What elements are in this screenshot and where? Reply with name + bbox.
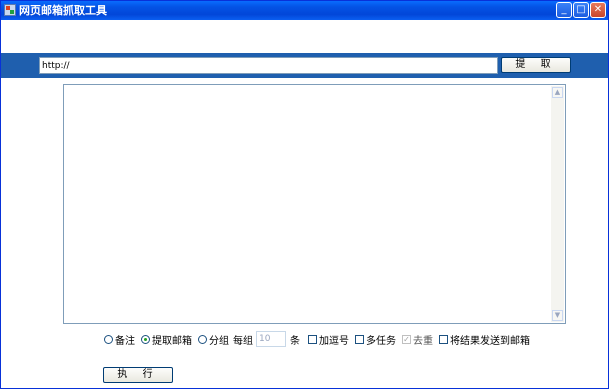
check-multitask-icon[interactable] — [355, 334, 364, 344]
scroll-up-icon[interactable]: ▲ — [552, 87, 563, 98]
radio-group-icon[interactable] — [198, 334, 207, 344]
check-dedupe[interactable]: ✓ 去重 — [402, 332, 433, 347]
check-send-email-icon[interactable] — [439, 334, 448, 344]
minimize-button[interactable]: _ — [556, 2, 572, 18]
check-dedupe-label: 去重 — [413, 335, 433, 347]
check-send-email-label: 将结果发送到邮箱 — [450, 335, 530, 347]
radio-extract-email-icon[interactable] — [141, 334, 150, 344]
radio-note-icon[interactable] — [104, 334, 113, 344]
check-add-separator-icon[interactable] — [308, 334, 317, 344]
vertical-scrollbar[interactable]: ▲ ▼ — [551, 86, 564, 322]
check-multitask-label: 多任务 — [366, 335, 396, 347]
radio-extract-email-label: 提取邮箱 — [152, 335, 192, 347]
radio-note-label: 备注 — [115, 335, 135, 347]
check-add-separator[interactable]: 加逗号 — [308, 332, 349, 347]
per-group-label: 每组 — [233, 335, 253, 347]
fetch-button[interactable]: 提 取 — [501, 57, 571, 73]
radio-group[interactable]: 分组 — [198, 332, 229, 347]
close-button[interactable]: ✕ — [590, 2, 606, 18]
check-send-email[interactable]: 将结果发送到邮箱 — [439, 332, 530, 347]
url-input[interactable] — [39, 57, 498, 74]
scroll-down-icon[interactable]: ▼ — [552, 310, 563, 321]
check-multitask[interactable]: 多任务 — [355, 332, 396, 347]
app-icon[interactable] — [4, 4, 16, 16]
run-button[interactable]: 执 行 — [103, 367, 173, 383]
check-add-separator-label: 加逗号 — [319, 335, 349, 347]
check-dedupe-icon[interactable]: ✓ — [402, 334, 411, 344]
radio-extract-email[interactable]: 提取邮箱 — [141, 332, 192, 347]
maximize-button[interactable]: □ — [573, 2, 589, 18]
options-row: 备注 提取邮箱 分组 每组 条 加逗号 多任务 ✓ 去重 将结果发送到邮箱 — [104, 330, 536, 348]
app-window: 网页邮箱抓取工具 _ □ ✕ 提 取 ▲ ▼ 备注 提取邮箱 分组 每组 条 — [0, 0, 609, 389]
per-group-unit: 条 — [290, 335, 300, 347]
radio-note[interactable]: 备注 — [104, 332, 135, 347]
per-group-input[interactable] — [256, 331, 286, 347]
window-title: 网页邮箱抓取工具 — [19, 4, 107, 17]
radio-group-label: 分组 — [209, 335, 229, 347]
result-textarea[interactable]: ▲ ▼ — [63, 84, 566, 324]
title-bar[interactable]: 网页邮箱抓取工具 _ □ ✕ — [1, 1, 608, 20]
